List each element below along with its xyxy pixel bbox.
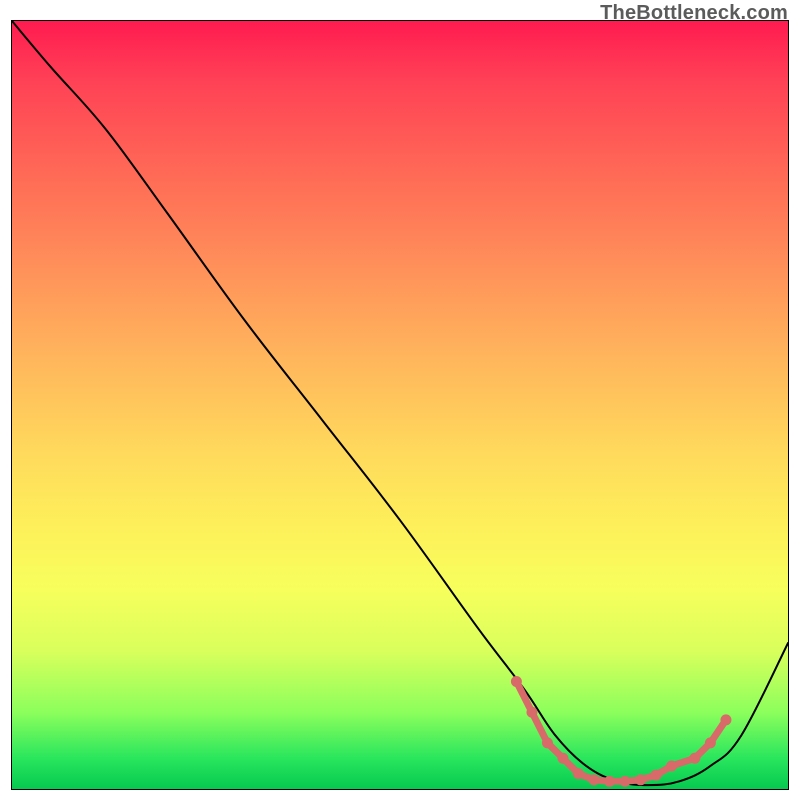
- sweet-spot-dot: [604, 776, 615, 787]
- bottleneck-curve-line: [12, 21, 788, 785]
- sweet-spot-markers: [511, 676, 732, 787]
- sweet-spot-dot: [666, 760, 677, 771]
- sweet-spot-dot: [689, 753, 700, 764]
- sweet-spot-dot: [542, 737, 553, 748]
- sweet-spot-line: [516, 681, 726, 781]
- sweet-spot-dot: [651, 770, 662, 781]
- sweet-spot-dot: [620, 776, 631, 787]
- sweet-spot-dot: [635, 774, 646, 785]
- chart-frame: TheBottleneck.com: [0, 0, 800, 800]
- sweet-spot-dot: [573, 768, 584, 779]
- sweet-spot-dot: [526, 707, 537, 718]
- sweet-spot-dot: [589, 774, 600, 785]
- sweet-spot-dot: [511, 676, 522, 687]
- sweet-spot-dot: [557, 753, 568, 764]
- chart-svg: [12, 21, 788, 789]
- sweet-spot-dot: [720, 714, 731, 725]
- sweet-spot-dot: [705, 737, 716, 748]
- plot-area: [11, 20, 789, 790]
